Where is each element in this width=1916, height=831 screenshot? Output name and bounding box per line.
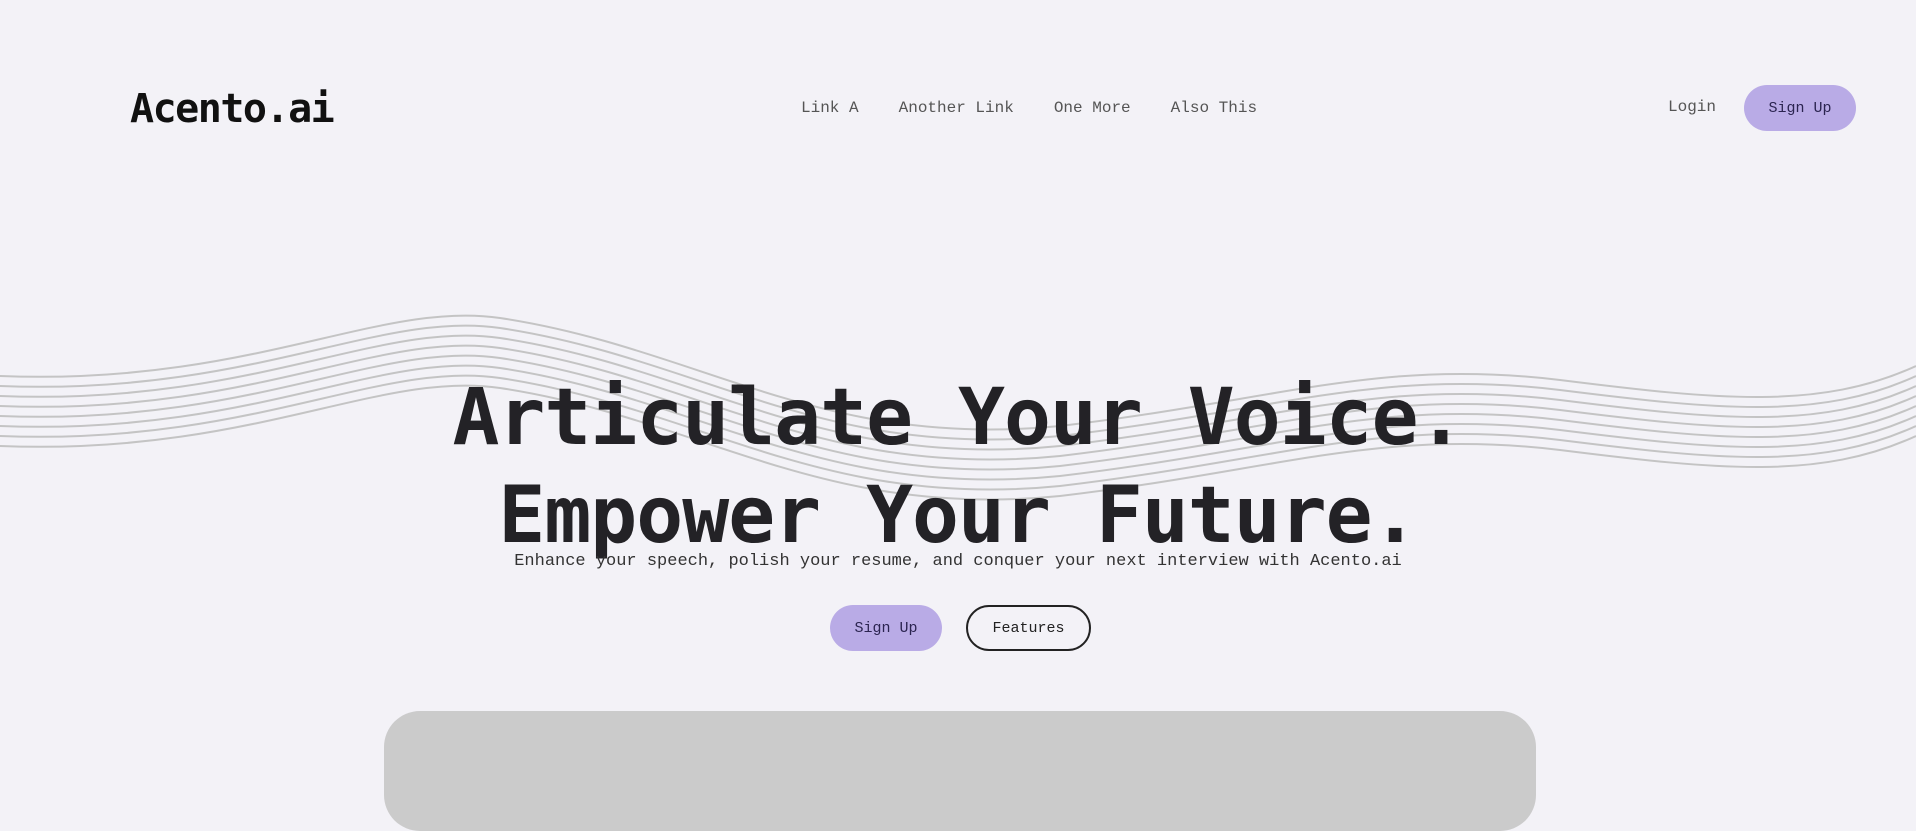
hero-headline-line-1: Articulate Your Voice.	[452, 373, 1464, 464]
nav-link-another-link[interactable]: Another Link	[879, 96, 1034, 120]
hero-subtitle: Enhance your speech, polish your resume,…	[514, 552, 1402, 571]
nav-signup-button[interactable]: Sign Up	[1744, 85, 1856, 131]
nav-link-one-more[interactable]: One More	[1034, 96, 1151, 120]
hero-signup-button[interactable]: Sign Up	[830, 605, 942, 651]
top-navigation: Acento.ai Link A Another Link One More A…	[0, 0, 1916, 216]
login-link[interactable]: Login	[1668, 95, 1716, 119]
nav-link-also-this[interactable]: Also This	[1151, 96, 1277, 120]
nav-links: Link A Another Link One More Also This	[781, 96, 1277, 120]
brand-logo[interactable]: Acento.ai	[130, 84, 335, 134]
nav-link-a[interactable]: Link A	[781, 96, 879, 120]
hero-features-button[interactable]: Features	[966, 605, 1091, 651]
product-preview-panel	[384, 711, 1536, 831]
